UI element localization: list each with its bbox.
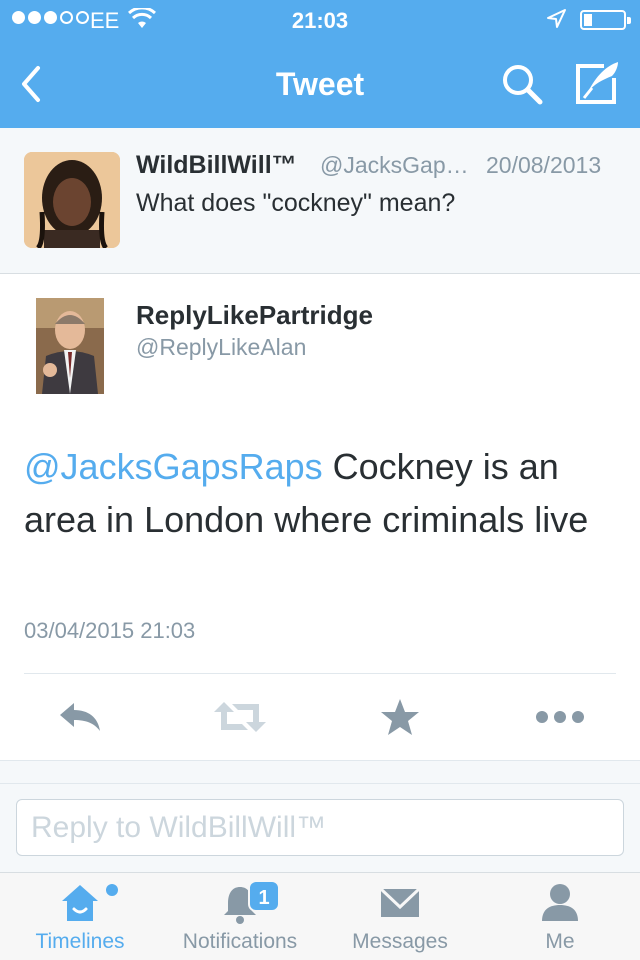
author-handle: @JacksGap… bbox=[320, 152, 469, 178]
tweet-actions bbox=[0, 690, 640, 744]
search-icon bbox=[503, 65, 543, 105]
tab-label: Messages bbox=[352, 930, 448, 953]
author-handle[interactable]: @ReplyLikeAlan bbox=[136, 334, 306, 361]
status-bar: EE 21:03 bbox=[0, 0, 640, 40]
retweet-button[interactable] bbox=[210, 690, 270, 744]
parent-tweet[interactable]: WildBillWill™ @JacksGap… 20/08/2013 What… bbox=[0, 128, 640, 274]
tab-me[interactable]: Me bbox=[480, 873, 640, 960]
divider bbox=[24, 673, 616, 674]
tab-notifications[interactable]: Notifications bbox=[160, 873, 320, 960]
mention-link[interactable]: @JacksGapsRaps bbox=[24, 446, 323, 487]
tweet-timestamp: 03/04/2015 21:03 bbox=[24, 618, 196, 643]
status-time: 21:03 bbox=[291, 8, 349, 33]
compose-tweet-icon bbox=[576, 62, 618, 104]
home-icon bbox=[62, 885, 98, 921]
tweet-date: 20/08/2013 bbox=[486, 152, 602, 178]
favorite-button[interactable] bbox=[370, 690, 430, 744]
location-arrow-icon bbox=[545, 8, 567, 36]
reply-icon bbox=[60, 703, 100, 731]
tab-label: Timelines bbox=[35, 930, 125, 953]
avatar[interactable] bbox=[24, 152, 120, 248]
compose-button[interactable] bbox=[570, 58, 622, 108]
search-button[interactable] bbox=[498, 60, 546, 108]
tweet-text: What does "cockney" mean? bbox=[136, 189, 456, 217]
more-icon bbox=[536, 711, 584, 723]
tab-timelines[interactable]: Timelines bbox=[0, 873, 160, 960]
notification-badge: 1 bbox=[248, 880, 280, 912]
avatar[interactable] bbox=[36, 298, 104, 394]
author-name[interactable]: WildBillWill™ bbox=[136, 151, 297, 180]
tab-label: Notifications bbox=[182, 930, 298, 953]
envelope-icon bbox=[379, 887, 421, 917]
tab-messages[interactable]: Messages bbox=[320, 873, 480, 960]
unread-indicator bbox=[106, 884, 118, 896]
reply-input[interactable] bbox=[16, 799, 624, 856]
person-icon bbox=[542, 884, 578, 921]
favorite-icon bbox=[381, 699, 419, 735]
tab-label: Me bbox=[545, 930, 575, 953]
top-header: EE 21:03 Tweet bbox=[0, 0, 640, 128]
tab-bar: Timelines Notifications Messages Me bbox=[0, 872, 640, 960]
reply-button[interactable] bbox=[50, 690, 110, 744]
tweet-text: @JacksGapsRaps Cockney is an area in Lon… bbox=[24, 440, 624, 546]
author-name[interactable]: ReplyLikePartridge bbox=[136, 300, 373, 331]
section-spacer bbox=[0, 760, 640, 784]
reply-bar bbox=[0, 784, 640, 872]
battery-icon bbox=[580, 10, 631, 30]
retweet-icon bbox=[214, 702, 266, 732]
more-button[interactable] bbox=[530, 690, 590, 744]
